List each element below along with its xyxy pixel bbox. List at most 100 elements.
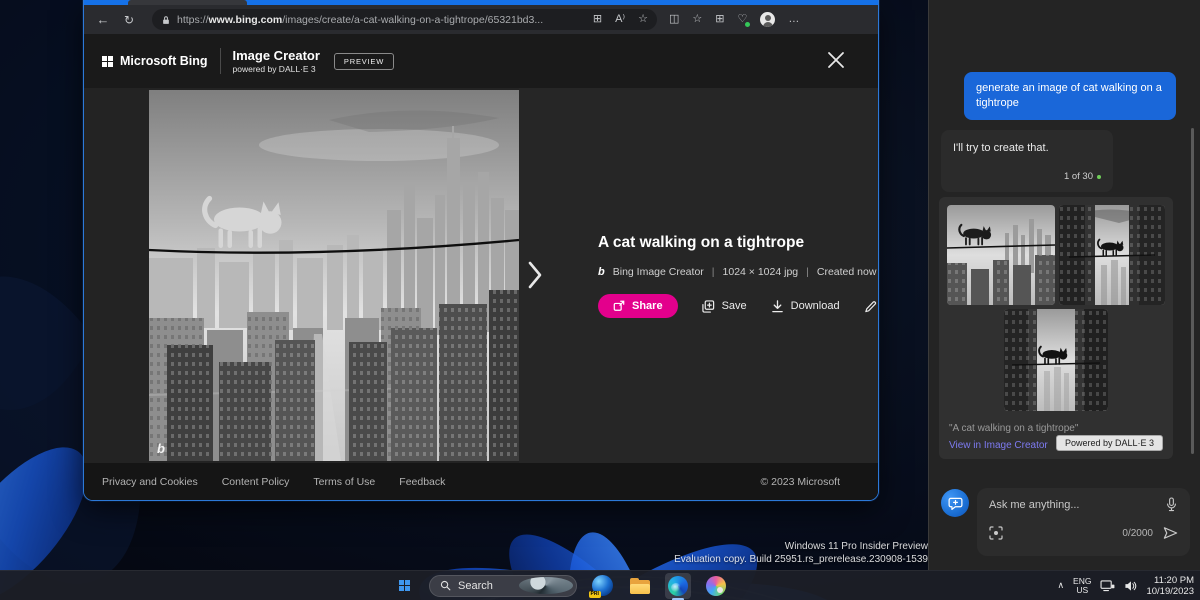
image-creator-link[interactable]: View in Image Creator bbox=[949, 440, 1048, 451]
save-button[interactable]: Save bbox=[702, 300, 747, 313]
chat-input-card: 0/2000 bbox=[977, 488, 1190, 556]
favorite-star-icon[interactable]: ☆ bbox=[638, 14, 648, 25]
images-caption: "A cat walking on a tightrope" bbox=[949, 423, 1078, 434]
tray-date: 10/19/2023 bbox=[1146, 586, 1194, 597]
customize-pencil-icon bbox=[864, 300, 877, 313]
share-button[interactable]: Share bbox=[598, 294, 678, 318]
footer-copyright: © 2023 Microsoft bbox=[760, 476, 860, 488]
taskbar-edge-preview[interactable]: PRI bbox=[589, 573, 615, 599]
image-creator-page: Microsoft Bing Image Creator powered by … bbox=[84, 34, 878, 500]
microphone-icon[interactable] bbox=[1165, 497, 1178, 512]
workspaces-icon[interactable]: ⊞ bbox=[593, 14, 602, 25]
microsoft-logo-icon bbox=[102, 56, 113, 67]
search-daily-image bbox=[519, 577, 573, 594]
generated-images-card: "A cat walking on a tightrope" View in I… bbox=[939, 197, 1173, 459]
share-icon bbox=[613, 300, 625, 312]
split-screen-icon[interactable]: ◫ bbox=[669, 14, 679, 25]
download-button[interactable]: Download bbox=[771, 300, 840, 313]
close-icon[interactable] bbox=[826, 50, 846, 70]
tray-chevron-icon[interactable]: ∧ bbox=[1057, 580, 1064, 591]
collections-icon[interactable]: ⊞ bbox=[715, 14, 724, 25]
footer-link-feedback[interactable]: Feedback bbox=[399, 476, 445, 488]
back-icon[interactable]: ← bbox=[94, 13, 112, 26]
app-subtitle: powered by DALL·E 3 bbox=[233, 64, 320, 74]
image-details-panel: A cat walking on a tightrope b Bing Imag… bbox=[519, 88, 878, 463]
bing-b-icon: b bbox=[598, 266, 605, 278]
browser-window: ← ↻ https://www.bing.com/images/create/a… bbox=[83, 0, 879, 501]
url-text: https://www.bing.com/images/create/a-cat… bbox=[177, 14, 587, 26]
new-topic-chat-icon bbox=[948, 496, 963, 511]
bot-chat-bubble: I'll try to create that. 1 of 30 bbox=[941, 130, 1113, 192]
profile-avatar[interactable] bbox=[760, 12, 775, 27]
search-label: Search bbox=[458, 580, 512, 592]
language-indicator[interactable]: ENG US bbox=[1073, 577, 1091, 595]
image-thumbnail-2[interactable] bbox=[1059, 205, 1165, 305]
image-creator-header: Microsoft Bing Image Creator powered by … bbox=[84, 34, 878, 88]
network-icon[interactable] bbox=[1100, 580, 1115, 592]
edge-icon bbox=[668, 576, 688, 596]
search-icon bbox=[440, 580, 451, 591]
image-thumbnail-3[interactable] bbox=[1004, 309, 1108, 411]
browser-toolbar: ← ↻ https://www.bing.com/images/create/a… bbox=[84, 5, 878, 34]
browser-essentials-icon[interactable]: ♡ bbox=[738, 14, 748, 25]
preview-badge: PREVIEW bbox=[334, 53, 394, 70]
taskbar-file-explorer[interactable] bbox=[627, 573, 653, 599]
paint-icon bbox=[706, 576, 726, 596]
generated-image: b bbox=[149, 90, 519, 461]
image-title: A cat walking on a tightrope bbox=[598, 234, 878, 252]
image-size: 1024 × 1024 jpg bbox=[723, 266, 799, 278]
volume-icon[interactable] bbox=[1124, 580, 1137, 592]
counter-status-dot bbox=[1097, 175, 1101, 179]
sidebar-scrollbar[interactable] bbox=[1191, 128, 1194, 454]
start-button[interactable] bbox=[391, 573, 417, 599]
clock[interactable]: 11:20 PM 10/19/2023 bbox=[1146, 575, 1194, 597]
image-thumbnail-1[interactable] bbox=[947, 205, 1055, 305]
bing-watermark: b bbox=[157, 441, 165, 456]
windows-logo-icon bbox=[399, 580, 410, 591]
brand-title: Microsoft Bing bbox=[120, 54, 208, 68]
result-counter: 1 of 30 bbox=[1064, 170, 1093, 184]
image-created: Created now bbox=[817, 266, 877, 278]
next-image-chevron-icon[interactable] bbox=[527, 260, 543, 290]
user-chat-bubble: generate an image of cat walking on a ti… bbox=[964, 72, 1176, 120]
send-icon[interactable] bbox=[1163, 526, 1178, 540]
favorites-icon[interactable]: ☆ bbox=[692, 14, 702, 25]
footer-link-privacy[interactable]: Privacy and Cookies bbox=[102, 476, 198, 488]
settings-more-icon[interactable]: … bbox=[788, 14, 799, 25]
taskbar-edge-active[interactable] bbox=[665, 573, 691, 599]
image-viewer: b A cat walking on a tightrope b Bing Im… bbox=[84, 88, 878, 463]
image-source: Bing Image Creator bbox=[613, 266, 704, 278]
new-topic-button[interactable] bbox=[941, 489, 969, 517]
page-footer: Privacy and Cookies Content Policy Terms… bbox=[84, 463, 878, 500]
file-explorer-icon bbox=[630, 578, 650, 594]
visual-search-icon[interactable] bbox=[989, 526, 1003, 540]
copilot-sidebar: generate an image of cat walking on a ti… bbox=[928, 0, 1200, 570]
active-tab[interactable] bbox=[128, 0, 247, 5]
address-bar[interactable]: https://www.bing.com/images/create/a-cat… bbox=[152, 9, 657, 30]
edge-preview-icon: PRI bbox=[592, 575, 613, 596]
ask-input[interactable] bbox=[989, 499, 1165, 511]
refresh-icon[interactable]: ↻ bbox=[120, 14, 138, 26]
footer-link-terms[interactable]: Terms of Use bbox=[313, 476, 375, 488]
customize-button[interactable]: Customize bbox=[864, 300, 878, 313]
image-metadata: b Bing Image Creator | 1024 × 1024 jpg |… bbox=[598, 266, 878, 278]
read-aloud-icon[interactable]: A⁾ bbox=[615, 14, 625, 25]
essentials-status-dot bbox=[745, 22, 750, 27]
char-counter: 0/2000 bbox=[1122, 528, 1153, 539]
taskbar-paint[interactable] bbox=[703, 573, 729, 599]
taskbar-search[interactable]: Search bbox=[429, 575, 577, 597]
edge-preview-badge: PRI bbox=[589, 591, 601, 598]
taskbar: Search PRI ∧ ENG US bbox=[0, 570, 1200, 600]
tray-time: 11:20 PM bbox=[1146, 575, 1194, 586]
header-divider bbox=[220, 48, 221, 74]
windows-build-watermark: Windows 11 Pro Insider Preview Evaluatio… bbox=[674, 540, 928, 566]
lock-icon bbox=[161, 14, 171, 26]
tab-strip[interactable] bbox=[84, 0, 878, 5]
dalle-badge: Powered by DALL·E 3 bbox=[1056, 435, 1163, 451]
download-icon bbox=[771, 300, 784, 313]
app-title: Image Creator bbox=[233, 49, 320, 62]
save-icon bbox=[702, 300, 715, 313]
desktop: ← ↻ https://www.bing.com/images/create/a… bbox=[0, 0, 1200, 600]
footer-link-content-policy[interactable]: Content Policy bbox=[222, 476, 290, 488]
bot-message: I'll try to create that. bbox=[953, 141, 1101, 155]
